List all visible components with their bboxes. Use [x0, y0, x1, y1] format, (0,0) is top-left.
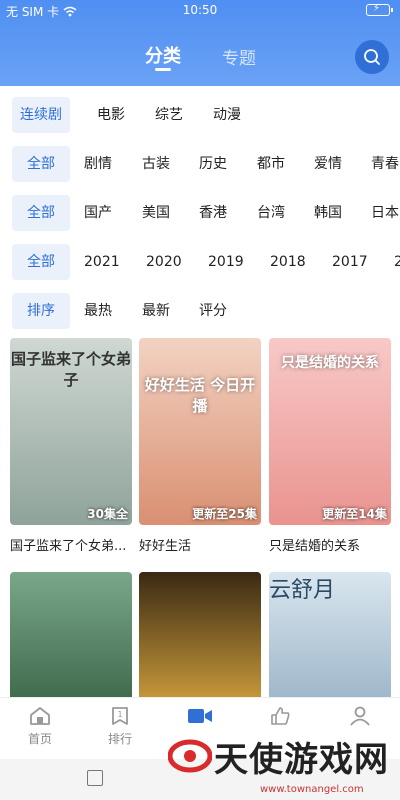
nav-home[interactable]: 首页 — [10, 706, 70, 747]
watermark-logo-icon — [168, 739, 212, 773]
search-button[interactable] — [355, 40, 389, 74]
filter-year-more[interactable]: 2 — [394, 244, 400, 280]
filter-region-mainland[interactable]: 国产 — [84, 195, 112, 231]
filter-genre-urban[interactable]: 都市 — [257, 146, 285, 182]
filter-region-taiwan[interactable]: 台湾 — [257, 195, 285, 231]
filter-region-korea[interactable]: 韩国 — [314, 195, 342, 231]
nav-home-label: 首页 — [27, 732, 52, 746]
filter-genre-youth[interactable]: 青春 — [371, 146, 399, 182]
filter-year-2018[interactable]: 2018 — [270, 244, 306, 280]
nav-ranking[interactable]: 1 排行 — [90, 706, 150, 747]
card-title: 好好生活 — [139, 539, 192, 554]
poster-title-art: 好好生活 今日开播 — [144, 376, 256, 415]
tab-category[interactable]: 分类 — [145, 42, 181, 68]
episode-badge: 更新至25集 — [192, 507, 257, 521]
nav-ranking-label: 排行 — [107, 732, 132, 746]
episode-badge: 更新至14集 — [322, 507, 387, 521]
top-tabs: 分类 专题 — [0, 42, 400, 72]
filter-row-sort: 排序 最热 最新 评分 — [0, 293, 400, 329]
filter-genre-costume[interactable]: 古装 — [142, 146, 170, 182]
status-time: 10:50 — [182, 3, 218, 17]
battery-icon: ⚡ — [366, 3, 393, 16]
filter-genre-drama[interactable]: 剧情 — [84, 146, 112, 182]
user-icon — [350, 706, 370, 726]
filter-year-2021[interactable]: 2021 — [84, 244, 120, 280]
episode-badge: 30集全 — [87, 507, 128, 521]
poster-card[interactable]: 云舒月 — [269, 572, 391, 702]
poster-image: 只是结婚的关系 更新至14集 — [269, 338, 391, 525]
status-bar: 无 SIM 卡 10:50 ⚡ — [0, 0, 400, 22]
ranking-icon: 1 — [112, 707, 128, 725]
poster-card[interactable] — [139, 572, 261, 702]
video-icon — [188, 709, 212, 723]
watermark-url: www.townangel.com — [260, 784, 364, 795]
filter-genre-all[interactable]: 全部 — [12, 146, 70, 182]
filter-sort-rating[interactable]: 评分 — [199, 293, 227, 329]
search-icon — [364, 49, 380, 65]
watermark: 天使游戏网 www.townangel.com — [168, 726, 396, 800]
poster-title-art: 只是结婚的关系 — [281, 355, 379, 371]
filter-row-region: 全部 国产 美国 香港 台湾 韩国 日本 — [0, 195, 400, 231]
poster-title-art: 国子监来了个女弟子 — [10, 350, 131, 389]
filter-sort-new[interactable]: 最新 — [142, 293, 170, 329]
card-title: 国子监来了个女弟... — [10, 539, 127, 554]
thumb-icon — [271, 707, 290, 725]
poster-card[interactable] — [10, 572, 132, 702]
filter-sort-label[interactable]: 排序 — [12, 293, 70, 329]
filter-year-all[interactable]: 全部 — [12, 244, 70, 280]
filter-type-anime[interactable]: 动漫 — [213, 97, 241, 133]
svg-text:1: 1 — [117, 710, 122, 719]
poster-title-art: 云舒月 — [269, 578, 336, 603]
card-title: 只是结婚的关系 — [269, 539, 361, 554]
filter-sort-hot[interactable]: 最热 — [84, 293, 112, 329]
app-header: 无 SIM 卡 10:50 ⚡ 分类 专题 — [0, 0, 400, 86]
poster-grid: 国子监来了个女弟子 30集全 国子监来了个女弟... 好好生活 今日开播 更新至… — [0, 338, 400, 702]
poster-card[interactable]: 国子监来了个女弟子 30集全 国子监来了个女弟... — [10, 338, 132, 554]
poster-card[interactable]: 只是结婚的关系 更新至14集 只是结婚的关系 — [269, 338, 391, 554]
filter-year-2020[interactable]: 2020 — [146, 244, 182, 280]
tab-topic[interactable]: 专题 — [222, 44, 256, 69]
filter-type-movie[interactable]: 电影 — [97, 97, 125, 133]
filter-row-type: 连续剧 电影 综艺 动漫 — [0, 97, 400, 133]
filter-row-genre: 全部 剧情 古装 历史 都市 爱情 青春 — [0, 146, 400, 182]
tab-underline — [155, 68, 171, 71]
filter-genre-romance[interactable]: 爱情 — [314, 146, 342, 182]
filter-region-all[interactable]: 全部 — [12, 195, 70, 231]
home-icon — [30, 707, 50, 725]
filter-genre-history[interactable]: 历史 — [199, 146, 227, 182]
filter-year-2017[interactable]: 2017 — [332, 244, 368, 280]
poster-card[interactable]: 好好生活 今日开播 更新至25集 好好生活 — [139, 338, 261, 554]
watermark-text: 天使游戏网 — [214, 740, 389, 780]
filter-region-hongkong[interactable]: 香港 — [199, 195, 227, 231]
poster-image: 好好生活 今日开播 更新至25集 — [139, 338, 261, 525]
filter-row-year: 全部 2021 2020 2019 2018 2017 2 — [0, 244, 400, 280]
poster-image: 国子监来了个女弟子 30集全 — [10, 338, 132, 525]
filter-year-2019[interactable]: 2019 — [208, 244, 244, 280]
recent-apps-button[interactable] — [87, 770, 103, 786]
filter-region-usa[interactable]: 美国 — [142, 195, 170, 231]
filter-type-variety[interactable]: 综艺 — [155, 97, 183, 133]
filter-region-japan[interactable]: 日本 — [371, 195, 399, 231]
filter-type-series[interactable]: 连续剧 — [12, 97, 70, 133]
